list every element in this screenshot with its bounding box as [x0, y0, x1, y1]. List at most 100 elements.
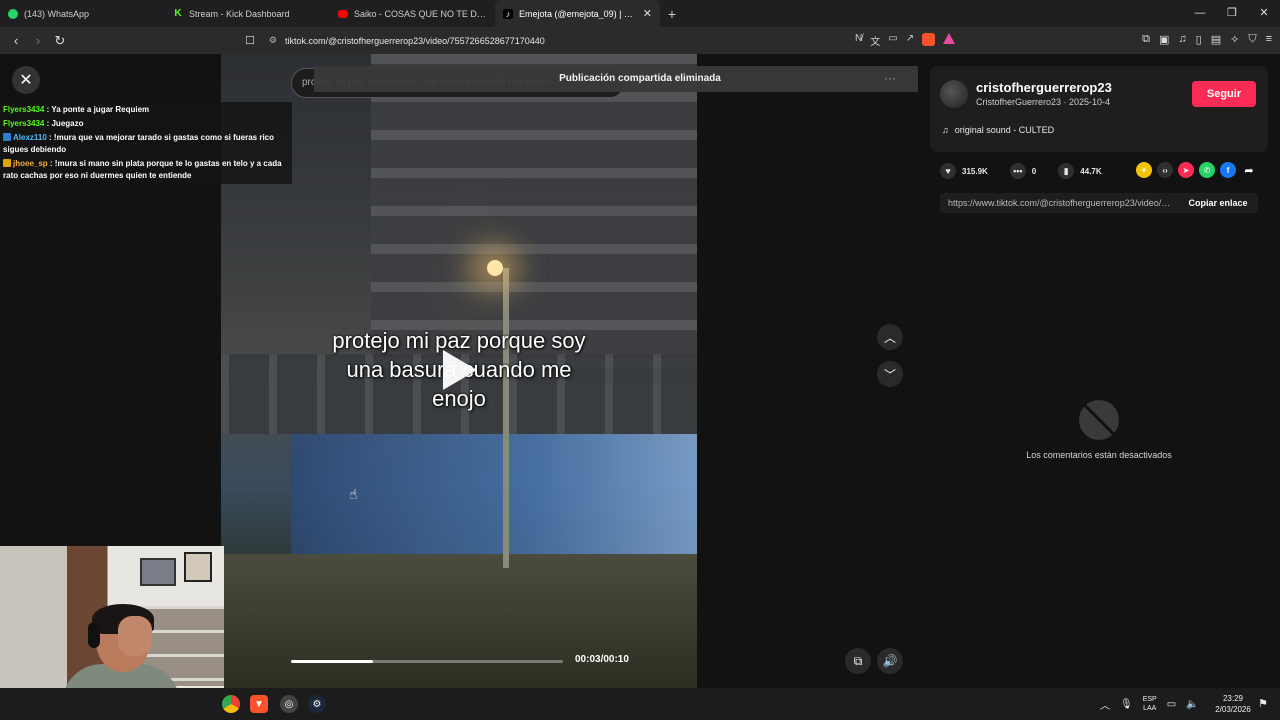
sidebar-icon[interactable]: ▯: [1196, 33, 1202, 46]
chat-message: Flyers3434 : Ya ponte a jugar Requiem: [3, 105, 150, 114]
progress-fill: [291, 660, 373, 663]
author-username[interactable]: cristofherguerrerop23: [976, 80, 1112, 95]
extensions-bar: ⧉ ▣ ♫ ▯ ▤ ✧ ⛉ ≡: [1142, 33, 1272, 46]
video-details-panel: cristofherguerrerop23 CristofherGuerrero…: [918, 54, 1280, 688]
reload-button[interactable]: ↻: [50, 33, 70, 49]
embed-icon[interactable]: ‹›: [1157, 162, 1173, 178]
new-tab-button[interactable]: +: [660, 6, 684, 22]
tab-title: Emejota (@emejota_09) | TikTok: [519, 8, 637, 19]
wall-picture: [140, 558, 176, 586]
bookmark-icon[interactable]: ☐: [245, 34, 255, 47]
taskbar-clock[interactable]: 23:29 2/03/2026: [1210, 693, 1256, 715]
chat-message: Alexz110 : !mura que va mejorar tarado s…: [3, 133, 275, 154]
follow-button[interactable]: Seguir: [1192, 81, 1256, 107]
facebook-icon[interactable]: f: [1220, 162, 1236, 178]
keyboard-layout: LAA: [1143, 705, 1157, 712]
avatar[interactable]: [940, 80, 968, 108]
forward-button[interactable]: ›: [28, 33, 48, 48]
previous-video-button[interactable]: ︿: [877, 324, 903, 350]
screenshot-icon[interactable]: ▣: [1159, 33, 1169, 46]
volume-button[interactable]: 🔊: [877, 648, 903, 674]
tab-title: Saiko - COSAS QUE NO TE DIJE (Offi: [354, 8, 487, 19]
video-player[interactable]: protejo mi paz porque soy una basura cua…: [221, 54, 697, 688]
streamer-webcam: [0, 546, 224, 688]
share-link-text[interactable]: https://www.tiktok.com/@cristofherguerre…: [948, 193, 1172, 213]
share-link-box: https://www.tiktok.com/@cristofherguerre…: [940, 193, 1258, 213]
clock-date: 2/03/2026: [1215, 705, 1251, 714]
chat-message: jhoee_sp : !mura si mano sin plata porqu…: [3, 159, 282, 180]
steam-icon[interactable]: ⚙: [308, 695, 326, 713]
chat-username: Alexz110: [13, 133, 47, 142]
language-indicator[interactable]: ESP LAA: [1143, 695, 1157, 713]
more-options-button[interactable]: ···: [876, 71, 904, 93]
whatsapp-share-icon[interactable]: ✆: [1199, 162, 1215, 178]
comment-icon: •••: [1009, 163, 1026, 179]
pip-button[interactable]: ⧉: [845, 648, 871, 674]
notification-icon[interactable]: ⚑: [1258, 697, 1268, 710]
share-page-icon[interactable]: ↗: [906, 33, 914, 48]
save-button[interactable]: ▮ 44.7K: [1058, 163, 1102, 179]
author-card: cristofherguerrerop23 CristofherGuerrero…: [930, 66, 1268, 152]
youtube-icon: [338, 9, 348, 18]
send-icon[interactable]: ➤: [1178, 162, 1194, 178]
chat-username: jhoee_sp: [13, 159, 48, 168]
brave-icon[interactable]: ▼: [250, 695, 268, 713]
menu-icon[interactable]: ≡: [1266, 33, 1272, 46]
close-tab-icon[interactable]: ✕: [643, 7, 652, 20]
tiktok-icon: ♪: [503, 8, 513, 19]
speaker-icon[interactable]: 🔈: [1186, 699, 1198, 710]
extensions-icon[interactable]: ⧉: [1142, 33, 1150, 46]
next-video-button[interactable]: ﹀: [877, 361, 903, 387]
chat-username: Flyers3434: [3, 119, 45, 128]
tab-youtube[interactable]: Saiko - COSAS QUE NO TE DIJE (Offi: [330, 0, 495, 27]
share-arrow-icon[interactable]: ➦: [1241, 162, 1257, 178]
music-link[interactable]: ♫ original sound - CULTED: [942, 125, 1054, 135]
like-button[interactable]: ♥ 315.9K: [940, 163, 988, 179]
tiktok-video-page: ✕ protejo mi paz porque soy una basura c…: [0, 54, 1280, 688]
subscriber-badge-icon: [3, 133, 11, 141]
music-title: original sound - CULTED: [954, 125, 1055, 135]
clock-time: 23:29: [1222, 694, 1244, 703]
save-count: 44.7K: [1080, 166, 1102, 176]
headset-icon: [88, 622, 100, 648]
music-note-icon: ♫: [942, 125, 949, 135]
microphone-icon[interactable]: 🎙: [1120, 699, 1133, 710]
tab-tiktok[interactable]: ♪ Emejota (@emejota_09) | TikTok ✕: [495, 0, 660, 27]
translate-icon[interactable]: 文: [870, 33, 880, 48]
site-settings-icon[interactable]: ⚙: [269, 35, 277, 46]
media-icon[interactable]: ♫: [1178, 33, 1186, 46]
brave-shield-icon[interactable]: [922, 33, 936, 46]
leo-ai-icon[interactable]: ✧: [1230, 33, 1239, 46]
tray-chevron-icon[interactable]: ︿: [1100, 697, 1110, 712]
vpn-icon[interactable]: ⛉: [1248, 33, 1256, 46]
close-video-button[interactable]: ✕: [12, 66, 40, 94]
video-time: 00:03/00:10: [575, 654, 629, 665]
play-icon[interactable]: [443, 350, 477, 390]
url-text[interactable]: tiktok.com/@cristofherguerrerop23/video/…: [285, 36, 545, 46]
chat-text: Ya ponte a jugar Requiem: [51, 105, 150, 114]
no-tracking-icon[interactable]: N̸: [855, 33, 862, 48]
minimize-icon[interactable]: —: [1184, 0, 1216, 27]
wallet-icon[interactable]: ▤: [1211, 33, 1221, 46]
restore-icon[interactable]: ❐: [1216, 0, 1248, 27]
obs-icon[interactable]: ◎: [280, 695, 298, 713]
network-icon[interactable]: ▭: [1167, 699, 1176, 710]
cast-icon[interactable]: ▭: [888, 33, 897, 48]
streamer: [56, 604, 186, 688]
chat-text: Juegazo: [51, 119, 84, 128]
brave-rewards-icon[interactable]: [943, 33, 956, 44]
copy-link-button[interactable]: Copiar enlace: [1180, 193, 1256, 213]
chrome-icon[interactable]: [222, 695, 240, 713]
comment-button[interactable]: ••• 0: [1009, 163, 1036, 179]
coin-icon[interactable]: ✦: [1136, 162, 1152, 178]
video-progress-bar[interactable]: [291, 660, 563, 663]
tab-kick-dashboard[interactable]: K Stream - Kick Dashboard: [165, 0, 330, 27]
video-frame-ground: [221, 554, 697, 688]
language-code: ESP: [1142, 696, 1157, 703]
tab-whatsapp[interactable]: (143) WhatsApp: [0, 0, 165, 27]
heart-icon: ♥: [940, 163, 956, 179]
toast-notification: Publicación compartida eliminada: [314, 66, 966, 92]
share-options: ✦ ‹› ➤ ✆ f ➦: [1136, 162, 1257, 178]
close-window-icon[interactable]: ✕: [1248, 0, 1280, 27]
back-button[interactable]: ‹: [6, 33, 26, 48]
